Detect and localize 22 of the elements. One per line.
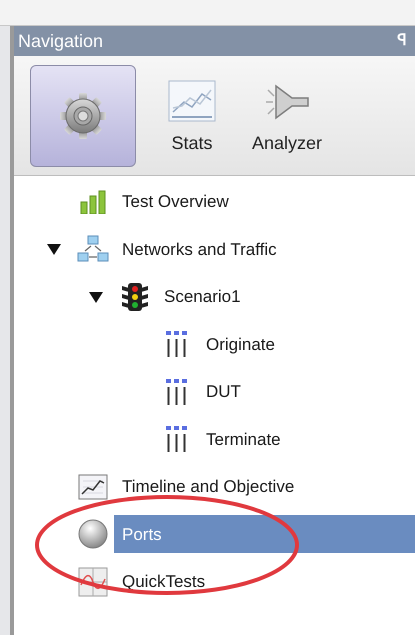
bar-chart-icon bbox=[79, 190, 107, 214]
network-icon bbox=[77, 235, 109, 264]
toolbar-button[interactable]: Stats bbox=[164, 64, 220, 166]
columns-icon bbox=[164, 425, 190, 454]
toolbar-button[interactable]: Analyzer bbox=[248, 64, 326, 166]
collapse-arrow-icon[interactable] bbox=[47, 242, 61, 256]
columns-icon bbox=[164, 378, 190, 406]
tree-item[interactable]: Terminate bbox=[198, 420, 281, 458]
line-chart-icon bbox=[78, 474, 108, 500]
collapse-arrow-icon[interactable] bbox=[89, 290, 103, 304]
panel-title: Navigation bbox=[18, 30, 104, 53]
tree-item[interactable]: QuickTests bbox=[114, 562, 206, 601]
toolbar-button[interactable] bbox=[30, 64, 136, 166]
columns-icon bbox=[164, 330, 190, 358]
tree-item[interactable]: Originate bbox=[198, 325, 275, 364]
sphere-icon bbox=[77, 518, 109, 550]
line-chart-icon bbox=[168, 80, 216, 122]
tree-item[interactable]: Networks and Traffic bbox=[114, 230, 277, 268]
tree-item[interactable]: DUT bbox=[198, 372, 241, 411]
tree-item[interactable]: Test Overview bbox=[114, 182, 229, 221]
tree-item[interactable]: Scenario1 bbox=[156, 278, 241, 316]
tree-item[interactable]: Timeline and Objective bbox=[114, 468, 294, 506]
